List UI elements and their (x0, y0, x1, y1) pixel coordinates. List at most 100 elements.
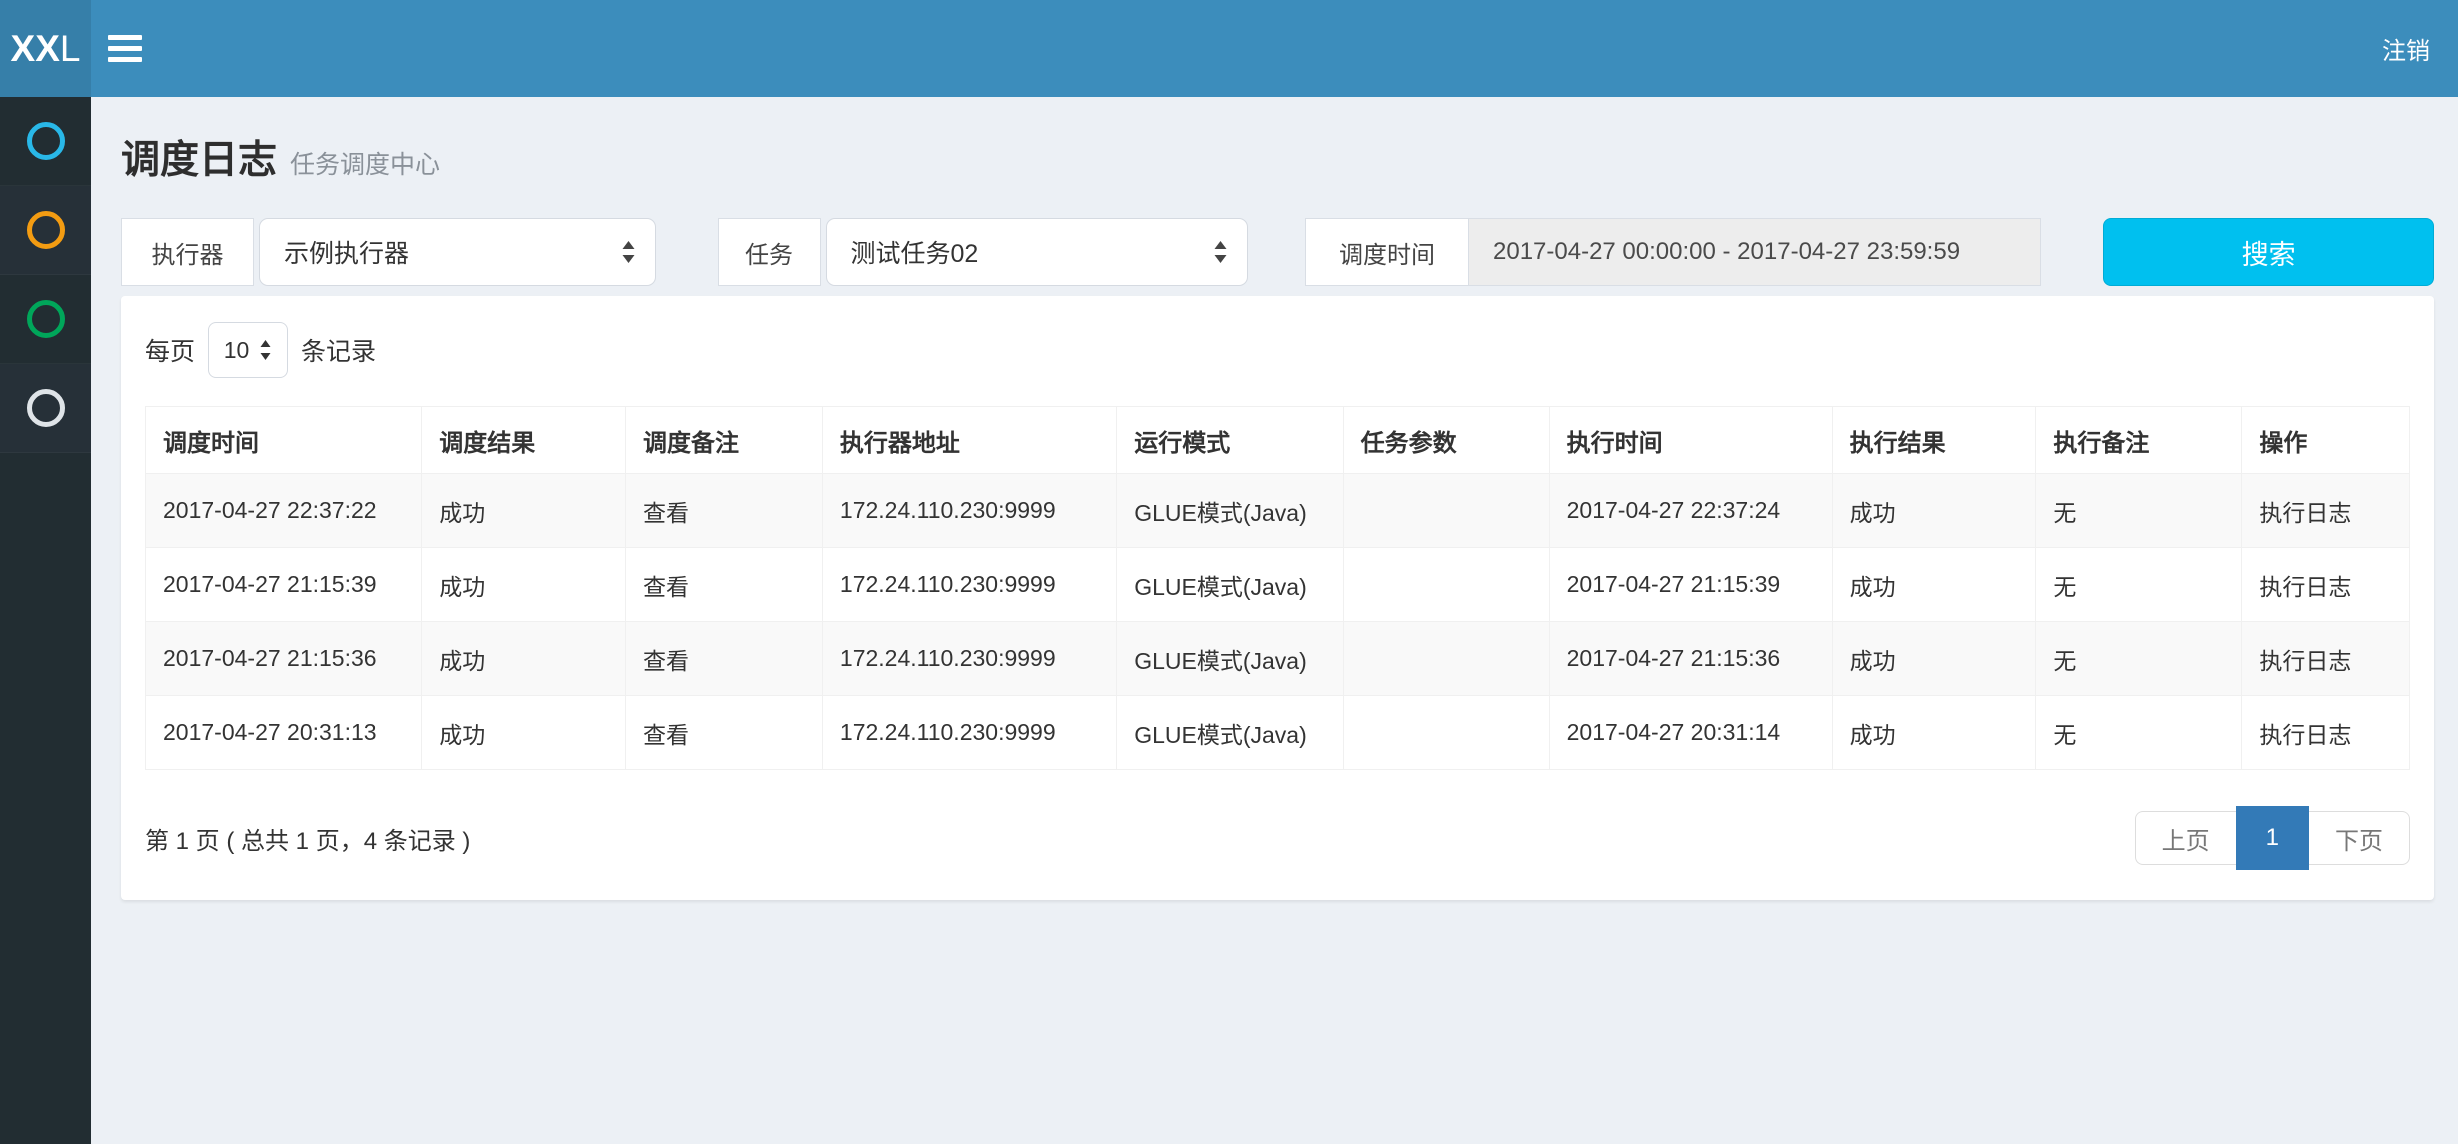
logo-text-bold: XX (11, 28, 60, 70)
table-header-row: 调度时间 调度结果 调度备注 执行器地址 运行模式 任务参数 执行时间 执行结果… (146, 407, 2410, 474)
header-exec-result: 执行结果 (1832, 407, 2036, 474)
cell-dispatch-time: 2017-04-27 21:15:36 (146, 622, 422, 696)
exec-log-link[interactable]: 执行日志 (2242, 696, 2410, 770)
hamburger-icon (108, 35, 142, 40)
pagination: 上页 1 下页 (2135, 806, 2410, 870)
cell-executor-address: 172.24.110.230:9999 (822, 622, 1116, 696)
cell-dispatch-time: 2017-04-27 20:31:13 (146, 696, 422, 770)
next-page-button[interactable]: 下页 (2309, 811, 2410, 865)
executor-filter-group: 执行器 示例执行器 (121, 218, 656, 286)
circle-outline-icon (27, 211, 65, 249)
cell-exec-remark: 无 (2036, 696, 2242, 770)
schedule-time-range-input[interactable]: 2017-04-27 00:00:00 - 2017-04-27 23:59:5… (1468, 218, 2041, 286)
cell-dispatch-time: 2017-04-27 21:15:39 (146, 548, 422, 622)
schedule-time-label: 调度时间 (1305, 218, 1468, 286)
cell-job-param (1343, 622, 1549, 696)
cell-executor-address: 172.24.110.230:9999 (822, 474, 1116, 548)
cell-job-param (1343, 548, 1549, 622)
header-job-param: 任务参数 (1343, 407, 1549, 474)
sidebar-item-4[interactable] (0, 364, 91, 453)
navbar-bar: 注销 (91, 0, 2458, 97)
page-size-prefix: 每页 (145, 332, 195, 368)
cell-exec-time: 2017-04-27 21:15:36 (1549, 622, 1832, 696)
page-subtitle: 任务调度中心 (290, 145, 440, 181)
cell-exec-result: 成功 (1832, 474, 2036, 548)
circle-outline-icon (27, 389, 65, 427)
select-arrows-icon (259, 338, 272, 362)
cell-dispatch-time: 2017-04-27 22:37:22 (146, 474, 422, 548)
cell-exec-time: 2017-04-27 21:15:39 (1549, 548, 1832, 622)
view-dispatch-remark-link[interactable]: 查看 (625, 474, 822, 548)
select-arrows-icon (1212, 238, 1229, 266)
hamburger-icon (108, 57, 142, 62)
cell-job-param (1343, 474, 1549, 548)
select-arrows-icon (620, 238, 637, 266)
view-dispatch-remark-link[interactable]: 查看 (625, 622, 822, 696)
cell-dispatch-result: 成功 (422, 622, 626, 696)
top-navbar: XXL 注销 (0, 0, 2458, 97)
schedule-time-filter-group: 调度时间 2017-04-27 00:00:00 - 2017-04-27 23… (1305, 218, 2041, 286)
cell-exec-result: 成功 (1832, 622, 2036, 696)
prev-page-button[interactable]: 上页 (2135, 811, 2236, 865)
cell-executor-address: 172.24.110.230:9999 (822, 696, 1116, 770)
log-panel: 每页 10 条记录 调度时间 调度结果 调度备注 执行器地址 (121, 296, 2434, 900)
sidebar-item-2[interactable] (0, 186, 91, 275)
header-action: 操作 (2242, 407, 2410, 474)
cell-exec-remark: 无 (2036, 548, 2242, 622)
executor-select[interactable]: 示例执行器 (259, 218, 656, 286)
logo-text-light: L (60, 28, 81, 70)
table-row: 2017-04-27 21:15:39 成功 查看 172.24.110.230… (146, 548, 2410, 622)
cell-run-mode: GLUE模式(Java) (1117, 696, 1343, 770)
cell-executor-address: 172.24.110.230:9999 (822, 548, 1116, 622)
sidebar (0, 97, 91, 1144)
logout-link[interactable]: 注销 (2382, 31, 2430, 66)
header-dispatch-result: 调度结果 (422, 407, 626, 474)
cell-exec-time: 2017-04-27 20:31:14 (1549, 696, 1832, 770)
cell-exec-result: 成功 (1832, 548, 2036, 622)
header-run-mode: 运行模式 (1117, 407, 1343, 474)
circle-outline-icon (27, 122, 65, 160)
exec-log-link[interactable]: 执行日志 (2242, 474, 2410, 548)
search-button[interactable]: 搜索 (2103, 218, 2434, 286)
view-dispatch-remark-link[interactable]: 查看 (625, 548, 822, 622)
dispatch-log-table: 调度时间 调度结果 调度备注 执行器地址 运行模式 任务参数 执行时间 执行结果… (145, 406, 2410, 770)
header-executor-address: 执行器地址 (822, 407, 1116, 474)
sidebar-item-3[interactable] (0, 275, 91, 364)
filter-toolbar: 执行器 示例执行器 任务 测试任务02 调度时间 2017-04-27 00:0… (121, 218, 2434, 286)
table-row: 2017-04-27 22:37:22 成功 查看 172.24.110.230… (146, 474, 2410, 548)
sidebar-item-1[interactable] (0, 97, 91, 186)
cell-run-mode: GLUE模式(Java) (1117, 548, 1343, 622)
exec-log-link[interactable]: 执行日志 (2242, 548, 2410, 622)
content-area: 调度日志 任务调度中心 执行器 示例执行器 任务 测试任务02 调度时间 (91, 97, 2458, 1144)
cell-exec-remark: 无 (2036, 622, 2242, 696)
job-select[interactable]: 测试任务02 (826, 218, 1249, 286)
hamburger-icon (108, 46, 142, 51)
header-dispatch-time: 调度时间 (146, 407, 422, 474)
header-exec-remark: 执行备注 (2036, 407, 2242, 474)
cell-exec-remark: 无 (2036, 474, 2242, 548)
cell-dispatch-result: 成功 (422, 696, 626, 770)
page-header: 调度日志 任务调度中心 (121, 129, 2434, 185)
current-page-button[interactable]: 1 (2236, 806, 2309, 870)
page-size-control: 每页 10 条记录 (145, 322, 2410, 378)
cell-exec-result: 成功 (1832, 696, 2036, 770)
cell-run-mode: GLUE模式(Java) (1117, 474, 1343, 548)
page-title: 调度日志 (121, 129, 277, 185)
pagination-bar: 第 1 页 ( 总共 1 页，4 条记录 ) 上页 1 下页 (145, 806, 2410, 870)
executor-select-value: 示例执行器 (284, 234, 409, 270)
pagination-info: 第 1 页 ( 总共 1 页，4 条记录 ) (145, 821, 470, 856)
page-size-value: 10 (224, 337, 250, 364)
header-dispatch-remark: 调度备注 (625, 407, 822, 474)
table-row: 2017-04-27 20:31:13 成功 查看 172.24.110.230… (146, 696, 2410, 770)
sidebar-toggle-button[interactable] (93, 0, 157, 97)
header-exec-time: 执行时间 (1549, 407, 1832, 474)
exec-log-link[interactable]: 执行日志 (2242, 622, 2410, 696)
cell-exec-time: 2017-04-27 22:37:24 (1549, 474, 1832, 548)
job-filter-group: 任务 测试任务02 (718, 218, 1249, 286)
view-dispatch-remark-link[interactable]: 查看 (625, 696, 822, 770)
app-logo[interactable]: XXL (0, 0, 91, 97)
table-row: 2017-04-27 21:15:36 成功 查看 172.24.110.230… (146, 622, 2410, 696)
job-filter-label: 任务 (718, 218, 821, 286)
page-size-select[interactable]: 10 (208, 322, 288, 378)
page-size-suffix: 条记录 (301, 332, 376, 368)
